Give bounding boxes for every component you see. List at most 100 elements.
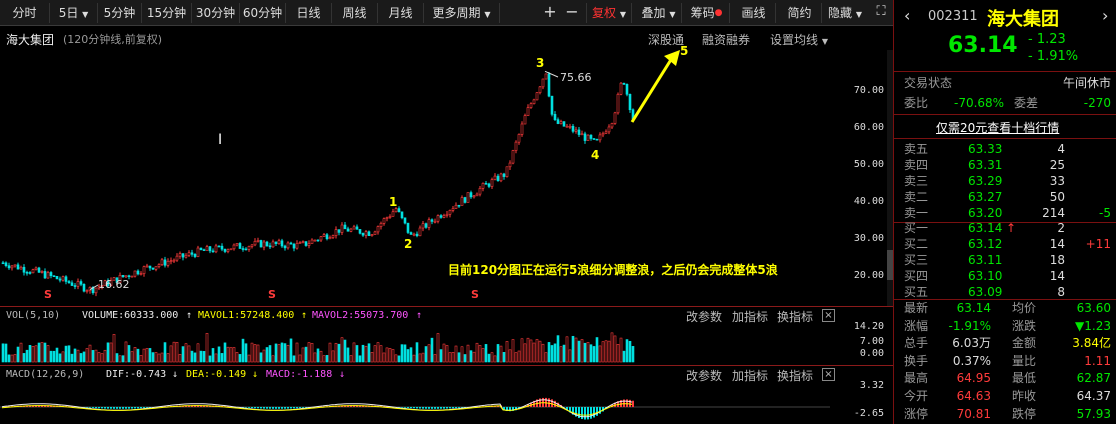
stats-row: 最高 64.95 最低 62.87 xyxy=(894,370,1116,387)
back-arrow-icon[interactable]: ‹ xyxy=(904,6,910,25)
stat-value: 63.60 xyxy=(1076,301,1111,315)
stats-row: 总手 6.03万 金额 3.84亿 xyxy=(894,335,1116,352)
macd-adjust-params-button[interactable]: 改参数 xyxy=(686,367,722,384)
vol-switch-indicator-button[interactable]: 换指标 xyxy=(777,308,813,325)
simple-view-button[interactable]: 简约 xyxy=(778,3,822,23)
stat-label: 量比 xyxy=(1012,353,1037,368)
period-tab-monthly[interactable]: 月线 xyxy=(378,3,424,23)
macd-close-button[interactable]: × xyxy=(822,368,835,381)
period-tab-15min[interactable]: 15分钟 xyxy=(142,3,192,23)
candle-body xyxy=(172,259,176,262)
bid-row[interactable]: 买四 63.10 14 xyxy=(894,268,1116,285)
adjust-rights-dropdown[interactable]: 复权 ▼ xyxy=(586,3,632,23)
bid-level-label: 买二 xyxy=(904,237,929,251)
volume-bar xyxy=(124,341,128,363)
volume-bar xyxy=(67,345,71,363)
candle-body xyxy=(535,92,539,101)
hide-dropdown[interactable]: 隐藏 ▼ xyxy=(822,3,868,23)
candle-body xyxy=(223,248,227,252)
y-tick-20: 20.00 xyxy=(853,270,884,281)
volume-bar xyxy=(457,352,461,363)
candle-body xyxy=(4,262,8,266)
volume-bar xyxy=(46,345,50,363)
volume-bar xyxy=(49,350,53,363)
forward-arrow-icon[interactable]: › xyxy=(1102,6,1108,25)
macd-bar xyxy=(263,407,265,409)
hk-connect-link[interactable]: 深股通 xyxy=(648,31,684,48)
bid-row[interactable]: 买三 63.11 18 xyxy=(894,252,1116,269)
period-tab-5min[interactable]: 5分钟 xyxy=(98,3,142,23)
period-more-dropdown[interactable]: 更多周期 ▼ xyxy=(424,3,500,23)
volume-bar xyxy=(235,352,239,363)
ask-row[interactable]: 卖五 63.33 4 xyxy=(894,141,1116,158)
candle-body xyxy=(628,94,632,111)
ask-level-label: 卖三 xyxy=(904,174,929,188)
vol-tick-high: 14.20 xyxy=(853,321,884,332)
volume-bar xyxy=(1,343,5,363)
volume-bar xyxy=(538,340,542,363)
period-tab-weekly[interactable]: 周线 xyxy=(332,3,378,23)
candle-body xyxy=(283,245,287,249)
volume-bar xyxy=(31,346,35,363)
volume-bar xyxy=(19,342,23,363)
stat-value: 64.37 xyxy=(1076,389,1111,403)
set-ma-dropdown[interactable]: 设置均线 ▼ xyxy=(770,31,828,48)
macd-bar xyxy=(299,407,301,409)
candle-body xyxy=(511,150,515,164)
macd-bar xyxy=(104,407,106,409)
up-arrow-icon: ↑ xyxy=(416,310,423,321)
volume-chart[interactable] xyxy=(0,324,893,364)
macd-switch-indicator-button[interactable]: 换指标 xyxy=(777,367,813,384)
period-tab-5day[interactable]: 5日 ▼ xyxy=(50,3,98,23)
zoom-out-button[interactable]: − xyxy=(562,2,582,22)
volume-bar xyxy=(373,345,377,363)
bid-row[interactable]: 买一 63.14 ↑ 2 xyxy=(894,220,1116,237)
volume-bar xyxy=(190,350,194,363)
candle-body xyxy=(625,84,629,95)
vol-add-indicator-button[interactable]: 加指标 xyxy=(732,308,768,325)
candle-body xyxy=(76,281,80,287)
macd-bar xyxy=(131,407,133,409)
candle-body xyxy=(124,275,128,278)
period-tab-intraday[interactable]: 分时 xyxy=(0,3,50,23)
dif-value: DIF:-0.743 xyxy=(106,369,167,380)
ask-row[interactable]: 卖四 63.31 25 xyxy=(894,157,1116,174)
margin-trading-link[interactable]: 融资融券 xyxy=(702,31,750,48)
candle-body xyxy=(313,239,317,242)
volume-bar xyxy=(61,351,65,363)
candle-body xyxy=(268,245,272,248)
macd-bar xyxy=(134,407,136,409)
period-tab-60min[interactable]: 60分钟 xyxy=(240,3,286,23)
volume-bar xyxy=(76,349,80,363)
vol-close-button[interactable]: × xyxy=(822,309,835,322)
period-tab-30min[interactable]: 30分钟 xyxy=(192,3,240,23)
candle-body xyxy=(52,275,56,278)
candle-body xyxy=(559,121,563,124)
volume-bar xyxy=(85,348,89,363)
ask-row[interactable]: 卖二 63.27 50 xyxy=(894,189,1116,206)
volume-bar xyxy=(505,341,509,363)
draw-line-button[interactable]: 画线 xyxy=(732,3,776,23)
macd-chart[interactable] xyxy=(0,383,893,424)
ten-level-promo-link[interactable]: 仅需20元查看十档行情 xyxy=(936,119,1059,136)
expand-icon[interactable]: ⛶ xyxy=(871,2,891,22)
candle-body xyxy=(316,239,320,242)
candle-body xyxy=(16,264,20,270)
candle-body xyxy=(400,211,404,219)
chip-button[interactable]: 筹码● xyxy=(684,3,730,23)
ask-row[interactable]: 卖三 63.29 33 xyxy=(894,173,1116,190)
stat-label: 昨收 xyxy=(1012,389,1037,403)
volume-bar xyxy=(511,339,515,363)
bid-row[interactable]: 买二 63.12 14 +11 xyxy=(894,236,1116,253)
vol-adjust-params-button[interactable]: 改参数 xyxy=(686,308,722,325)
macd-add-indicator-button[interactable]: 加指标 xyxy=(732,367,768,384)
overlay-dropdown[interactable]: 叠加 ▼ xyxy=(636,3,682,23)
candle-body xyxy=(7,265,11,269)
zoom-in-button[interactable]: + xyxy=(540,2,560,22)
macd-bar xyxy=(248,407,250,408)
period-tab-daily[interactable]: 日线 xyxy=(286,3,332,23)
candle-body xyxy=(280,240,284,247)
volume-bar xyxy=(361,344,365,363)
volume-bar xyxy=(4,343,8,363)
y-tick-60: 60.00 xyxy=(853,122,884,133)
